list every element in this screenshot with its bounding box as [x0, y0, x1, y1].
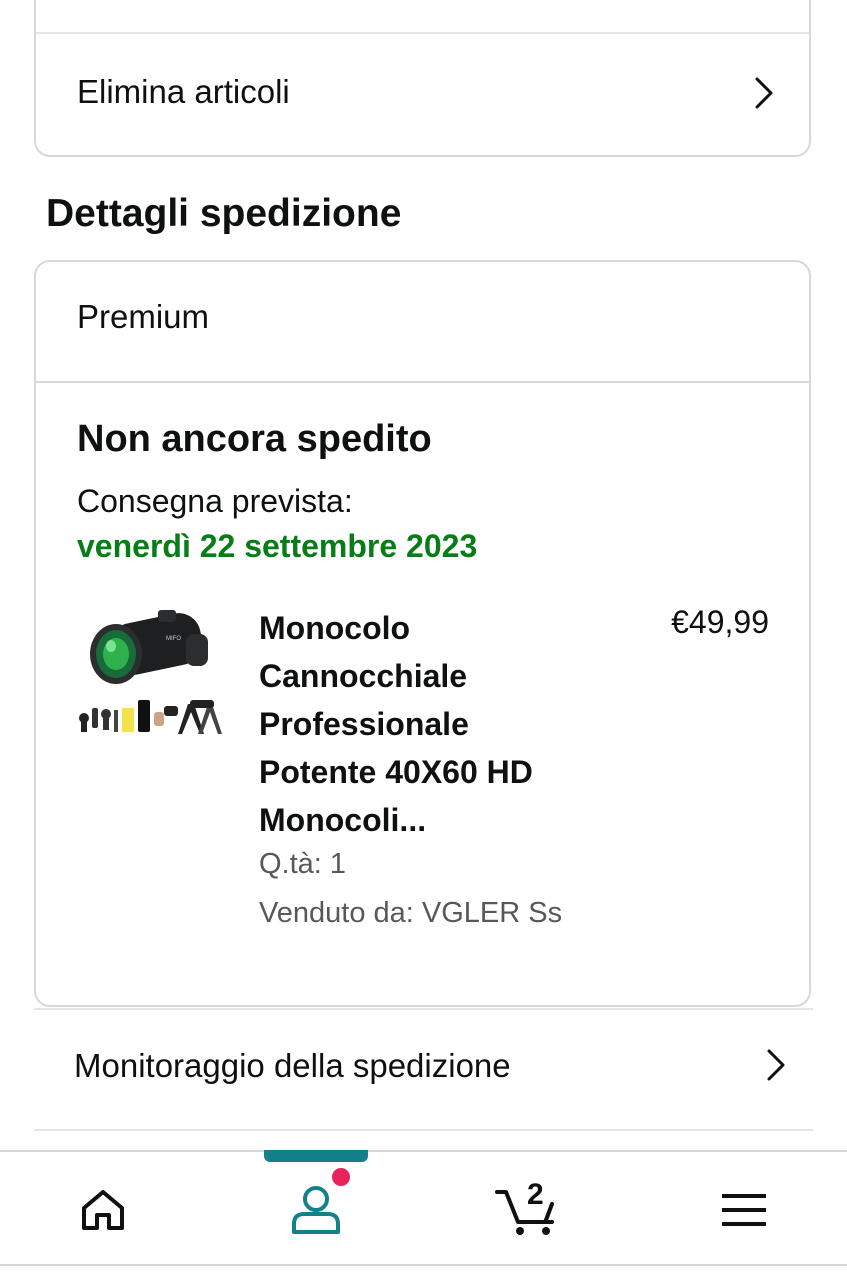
- delivery-date: venerdì 22 settembre 2023: [77, 528, 478, 564]
- monocular-icon: MIFO: [90, 610, 208, 684]
- nav-menu[interactable]: [684, 1152, 804, 1264]
- cart-count-badge: 2: [527, 1178, 544, 1211]
- notification-dot: [332, 1168, 350, 1186]
- accessories-icon: [79, 700, 222, 734]
- user-icon: [292, 1186, 340, 1234]
- divider: [0, 1264, 847, 1266]
- bottom-nav: [0, 1150, 847, 1266]
- shipment-card: Premium Non ancora spedito Consegna prev…: [34, 260, 811, 1007]
- menu-icon: [722, 1194, 766, 1226]
- shipping-program: Premium: [77, 298, 210, 335]
- chevron-right-icon: [755, 77, 773, 109]
- delete-items-row[interactable]: Elimina articoli: [36, 34, 809, 157]
- actions-card: Elimina articoli: [34, 0, 811, 157]
- product-quantity: Q.tà: 1: [259, 848, 347, 880]
- nav-account[interactable]: [256, 1152, 376, 1264]
- delivery-label: Consegna prevista:: [77, 483, 353, 519]
- shipment-status: Non ancora spedito: [77, 418, 432, 460]
- divider: [34, 1008, 813, 1010]
- product-title[interactable]: Monocolo Cannocchiale Professionale Pote…: [259, 604, 589, 844]
- section-title: Dettagli spedizione: [46, 192, 402, 235]
- divider: [36, 381, 809, 383]
- tracking-label: Monitoraggio della spedizione: [74, 1047, 511, 1084]
- delete-items-label: Elimina articoli: [77, 73, 290, 110]
- chevron-right-icon: [767, 1049, 785, 1081]
- nav-home[interactable]: [42, 1152, 162, 1264]
- home-icon: [82, 1190, 124, 1230]
- tracking-row[interactable]: Monitoraggio della spedizione: [34, 1012, 813, 1130]
- divider: [34, 1129, 813, 1131]
- active-tab-indicator: [264, 1150, 368, 1162]
- product-image[interactable]: MIFO: [78, 600, 226, 748]
- product-seller: Venduto da: VGLER Ss: [259, 897, 563, 929]
- product-price: €49,99: [671, 604, 769, 640]
- svg-text:MIFO: MIFO: [166, 636, 181, 642]
